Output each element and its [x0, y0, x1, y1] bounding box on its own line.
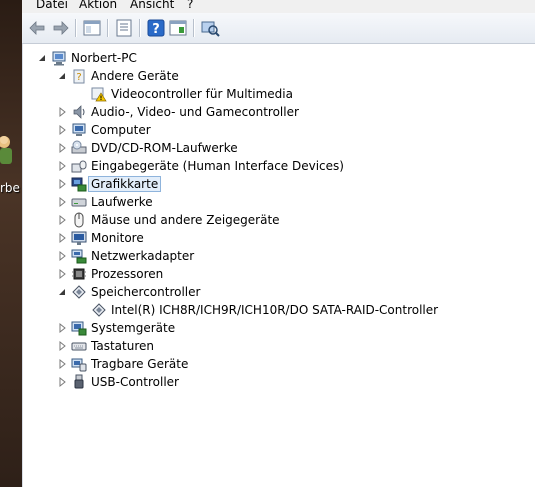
- tree-category-andere-geräte[interactable]: ? Andere Geräte: [23, 67, 535, 85]
- tree-item-label: Prozessoren: [91, 267, 164, 281]
- disk-drive-icon: [71, 194, 87, 210]
- tree-collapsed-arrow-icon[interactable]: [57, 106, 67, 118]
- tree-collapsed-arrow-icon[interactable]: [57, 322, 67, 334]
- tree-category-laufwerke[interactable]: Laufwerke: [23, 193, 535, 211]
- tree-collapsed-arrow-icon[interactable]: [57, 124, 67, 136]
- desktop-icon-label: rbe: [0, 181, 20, 195]
- tree-item-label: Computer: [91, 123, 151, 137]
- computer-root-icon: [51, 50, 67, 66]
- tree-item-label: DVD/CD-ROM-Laufwerke: [91, 141, 238, 155]
- tree-category-mäuse-und-andere-zeigegeräte[interactable]: Mäuse und andere Zeigegeräte: [23, 211, 535, 229]
- tree-collapsed-arrow-icon[interactable]: [57, 232, 67, 244]
- tree-category-prozessoren[interactable]: Prozessoren: [23, 265, 535, 283]
- tree-expanded-arrow-icon[interactable]: [57, 286, 67, 298]
- tree-category-speichercontroller[interactable]: Speichercontroller: [23, 283, 535, 301]
- tree-item-label: Tastaturen: [91, 339, 154, 353]
- device-manager-window: Datei Aktion Ansicht ? ? Norbert-PC? And…: [22, 0, 535, 487]
- menu-datei[interactable]: Datei: [36, 0, 68, 11]
- portable-device-icon: [71, 356, 87, 372]
- tree-item-label: Norbert-PC: [71, 51, 137, 65]
- hid-icon: [71, 158, 87, 174]
- tree-item-label: Intel(R) ICH8R/ICH9R/ICH10R/DO SATA-RAID…: [111, 303, 439, 317]
- tree-category-tastaturen[interactable]: Tastaturen: [23, 337, 535, 355]
- tree-category-grafikkarte[interactable]: Grafikkarte: [23, 175, 535, 193]
- tree-item-label: Systemgeräte: [91, 321, 176, 335]
- tree-item-label: Laufwerke: [91, 195, 153, 209]
- back-icon[interactable]: [28, 18, 48, 38]
- desktop-background: rbe: [0, 0, 22, 487]
- unknown-device-icon: ?: [71, 68, 87, 84]
- tree-category-netzwerkadapter[interactable]: Netzwerkadapter: [23, 247, 535, 265]
- tree-root[interactable]: Norbert-PC: [23, 49, 535, 67]
- tree-collapsed-arrow-icon[interactable]: [57, 376, 67, 388]
- tree-item-label: Speichercontroller: [91, 285, 201, 299]
- svg-text:?: ?: [152, 22, 160, 37]
- tree-category-tragbare-geräte[interactable]: Tragbare Geräte: [23, 355, 535, 373]
- toolbar-separator: [75, 19, 77, 37]
- warning-device-icon: [91, 86, 107, 102]
- tree-item-label: Mäuse und andere Zeigegeräte: [91, 213, 280, 227]
- show-hide-tree-icon[interactable]: [82, 18, 102, 38]
- keyboard-icon: [71, 338, 87, 354]
- monitor-icon: [71, 230, 87, 246]
- properties-icon[interactable]: [114, 18, 134, 38]
- tree-item-label: Netzwerkadapter: [91, 249, 195, 263]
- tree-item-label: Andere Geräte: [91, 69, 179, 83]
- menu-bar: Datei Aktion Ansicht ?: [22, 0, 535, 13]
- speaker-icon: [71, 104, 87, 120]
- system-device-icon: [71, 320, 87, 336]
- tree-item-label: USB-Controller: [91, 375, 179, 389]
- toolbar-separator: [107, 19, 109, 37]
- network-adapter-icon: [71, 248, 87, 264]
- tree-item-label: Videocontroller für Multimedia: [111, 87, 293, 101]
- desktop-user-icon[interactable]: [0, 130, 18, 170]
- tree-item-label: Tragbare Geräte: [91, 357, 189, 371]
- menu-help[interactable]: ?: [187, 0, 193, 11]
- tree-expanded-arrow-icon[interactable]: [37, 52, 47, 64]
- tree-collapsed-arrow-icon[interactable]: [57, 340, 67, 352]
- tree-collapsed-arrow-icon[interactable]: [57, 358, 67, 370]
- tree-category-usb-controller[interactable]: USB-Controller: [23, 373, 535, 391]
- tree-collapsed-arrow-icon[interactable]: [57, 214, 67, 226]
- processor-icon: [71, 266, 87, 282]
- storage-controller-icon: [91, 302, 107, 318]
- tree-item-label: Eingabegeräte (Human Interface Devices): [91, 159, 344, 173]
- tree-collapsed-arrow-icon[interactable]: [57, 196, 67, 208]
- mouse-icon: [71, 212, 87, 228]
- forward-icon[interactable]: [50, 18, 70, 38]
- toolbar-separator: [139, 19, 141, 37]
- tree-device-videocontroller-für-multimedia[interactable]: Videocontroller für Multimedia: [23, 85, 535, 103]
- computer-icon: [71, 122, 87, 138]
- view-icon[interactable]: [168, 18, 188, 38]
- scan-hardware-icon[interactable]: [200, 18, 220, 38]
- tree-item-label: Monitore: [91, 231, 144, 245]
- toolbar-separator: [193, 19, 195, 37]
- tree-category-audio-video-und-gamecontroller[interactable]: Audio-, Video- und Gamecontroller: [23, 103, 535, 121]
- menu-aktion[interactable]: Aktion: [79, 0, 117, 11]
- dvd-drive-icon: [71, 140, 87, 156]
- tree-category-monitore[interactable]: Monitore: [23, 229, 535, 247]
- help-icon[interactable]: ?: [146, 18, 166, 38]
- usb-icon: [71, 374, 87, 390]
- device-tree: Norbert-PC? Andere Geräte Videocontroller …: [22, 44, 535, 487]
- svg-text:?: ?: [76, 72, 81, 83]
- tree-category-systemgeräte[interactable]: Systemgeräte: [23, 319, 535, 337]
- tree-category-eingabegeräte-human-interface-devices[interactable]: Eingabegeräte (Human Interface Devices): [23, 157, 535, 175]
- toolbar: ?: [22, 13, 535, 44]
- display-adapter-icon: [71, 176, 87, 192]
- menu-ansicht[interactable]: Ansicht: [130, 0, 174, 11]
- tree-expanded-arrow-icon[interactable]: [57, 70, 67, 82]
- tree-category-dvd-cd-rom-laufwerke[interactable]: DVD/CD-ROM-Laufwerke: [23, 139, 535, 157]
- tree-collapsed-arrow-icon[interactable]: [57, 268, 67, 280]
- tree-collapsed-arrow-icon[interactable]: [57, 160, 67, 172]
- tree-device-intel-r-ich8r-ich9r-ich10r-do-[interactable]: Intel(R) ICH8R/ICH9R/ICH10R/DO SATA-RAID…: [23, 301, 535, 319]
- tree-collapsed-arrow-icon[interactable]: [57, 142, 67, 154]
- tree-category-computer[interactable]: Computer: [23, 121, 535, 139]
- tree-item-label: Grafikkarte: [87, 176, 162, 192]
- storage-controller-icon: [71, 284, 87, 300]
- tree-collapsed-arrow-icon[interactable]: [57, 178, 67, 190]
- tree-item-label: Audio-, Video- und Gamecontroller: [91, 105, 299, 119]
- tree-collapsed-arrow-icon[interactable]: [57, 250, 67, 262]
